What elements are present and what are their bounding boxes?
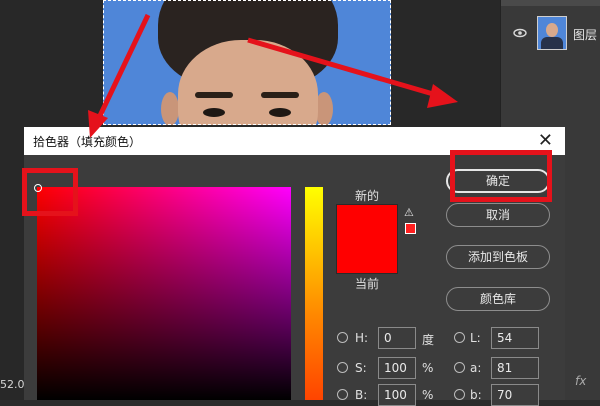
arrow-down-left-shaft	[94, 13, 151, 124]
arrow-right-head	[427, 84, 458, 108]
arrow-right-shaft	[247, 37, 441, 99]
arrow-down-left-head	[88, 110, 108, 138]
annotation-arrows	[88, 13, 458, 138]
